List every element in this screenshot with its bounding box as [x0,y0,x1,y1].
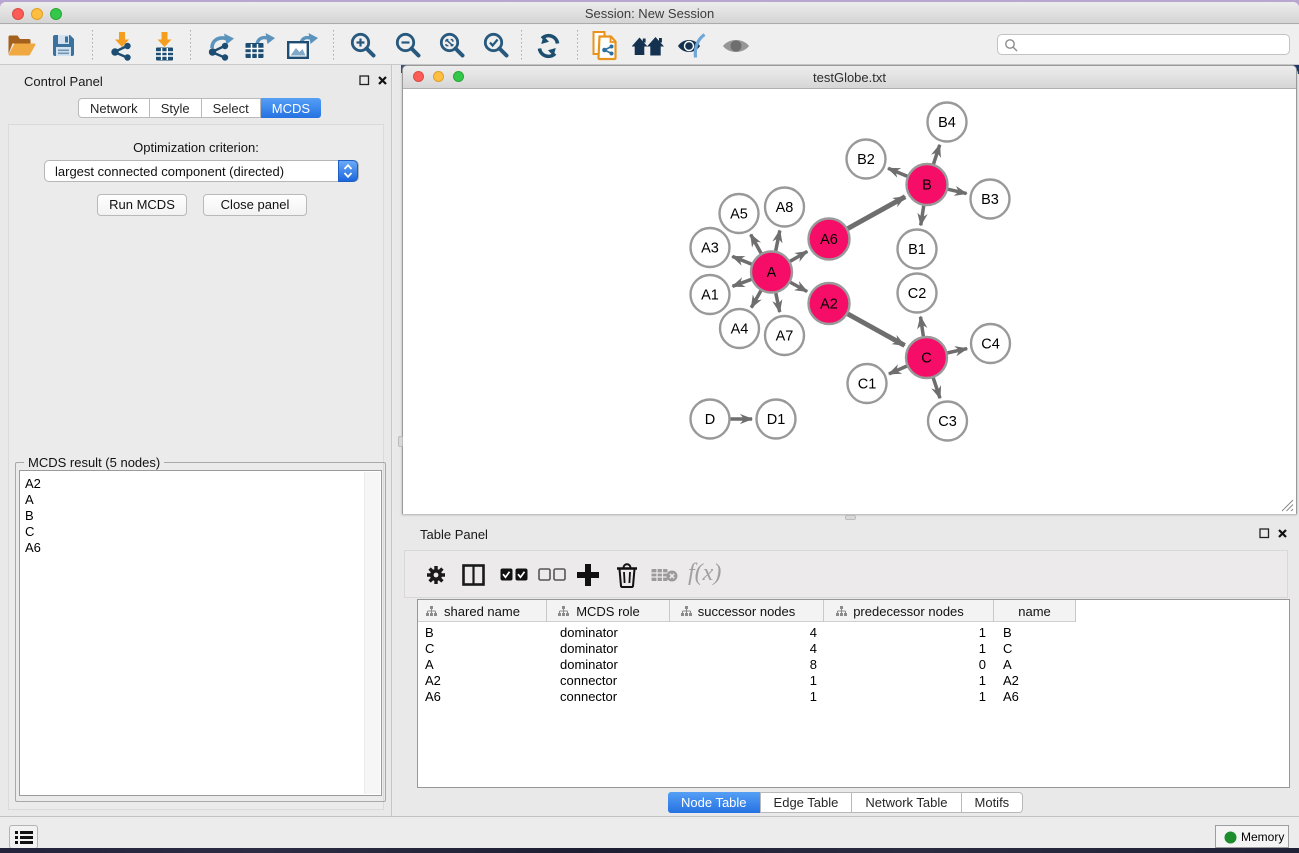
svg-text:A4: A4 [731,322,749,338]
svg-text:C: C [921,351,931,367]
svg-text:B3: B3 [981,192,999,208]
svg-text:C3: C3 [938,414,957,430]
svg-text:A5: A5 [730,207,748,223]
svg-text:B4: B4 [938,115,956,131]
svg-text:B: B [922,178,932,194]
svg-text:C1: C1 [858,377,877,393]
svg-text:D: D [705,412,715,428]
svg-text:A7: A7 [776,329,794,345]
svg-text:B1: B1 [908,242,926,258]
svg-text:A1: A1 [701,288,719,304]
svg-text:A6: A6 [820,232,838,248]
svg-text:A8: A8 [776,200,794,216]
svg-text:B2: B2 [857,152,875,168]
svg-text:A: A [767,265,777,281]
svg-text:C2: C2 [908,286,927,302]
svg-text:C4: C4 [981,337,1000,353]
svg-text:D1: D1 [767,412,786,428]
svg-text:A3: A3 [701,241,719,257]
svg-text:A2: A2 [820,297,838,313]
